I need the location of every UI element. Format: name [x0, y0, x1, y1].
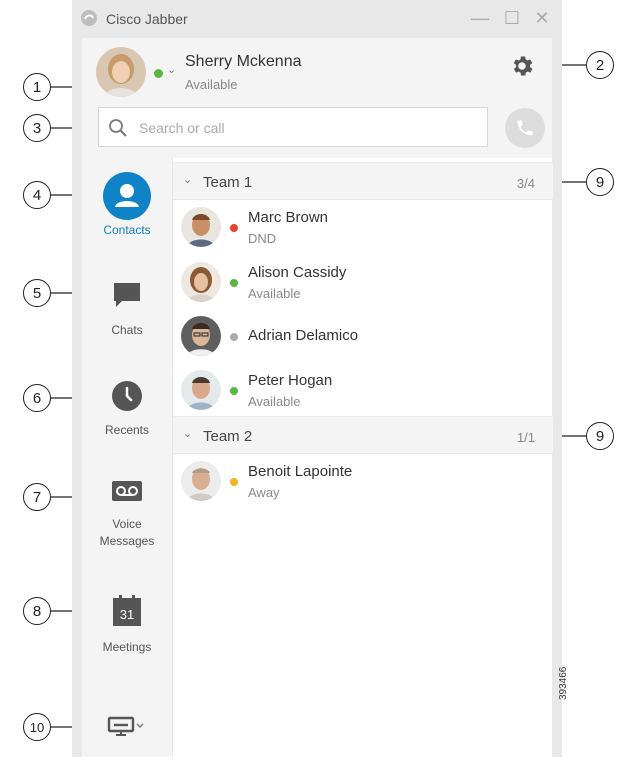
group-name: Team 2: [203, 428, 253, 445]
sidebar-item-chats[interactable]: Chats: [82, 280, 172, 339]
contact-name: Peter Hogan: [248, 372, 333, 389]
sidebar-item-label-line2: Messages: [99, 534, 155, 548]
contact-row[interactable]: Peter Hogan Available: [173, 364, 553, 418]
app-title: Cisco Jabber: [106, 11, 188, 27]
contact-avatar: [181, 370, 221, 410]
jabber-logo-icon: [81, 10, 97, 26]
figure-id: 393466: [558, 666, 569, 700]
callout-8: 8: [23, 597, 51, 625]
sidebar-item-label: Contacts: [103, 223, 151, 237]
presence-dot: [230, 387, 238, 395]
sidebar-item-meetings[interactable]: 31 Meetings: [82, 595, 172, 656]
presence-dot: [230, 279, 238, 287]
sidebar-item-label: Recents: [104, 423, 150, 437]
group-count: 3/4: [516, 176, 535, 191]
contacts-icon: [103, 172, 151, 220]
callout-3: 3: [23, 114, 51, 142]
status-chevron-down-icon[interactable]: ⌄: [167, 63, 176, 76]
clock-icon: [111, 380, 143, 412]
sidebar-item-label: Meetings: [102, 640, 152, 654]
contact-status: DND: [248, 231, 277, 246]
calendar-day: 31: [120, 607, 134, 622]
contact-name: Marc Brown: [248, 209, 329, 226]
callout-6: 6: [23, 384, 51, 412]
presence-dot: [230, 224, 238, 232]
sidebar-item-label: Chats: [111, 323, 143, 337]
group-collapse-chevron-icon[interactable]: ⌄: [183, 427, 192, 440]
sidebar-item-voice-messages[interactable]: Voice Messages: [82, 480, 172, 550]
contact-avatar: [181, 207, 221, 247]
user-header: ⌄ Sherry Mckenna Available: [82, 38, 552, 158]
user-status[interactable]: Available: [185, 77, 238, 92]
callout-10: 10: [23, 713, 51, 741]
callout-5: 5: [23, 279, 51, 307]
sidebar-item-label-line1: Voice: [112, 517, 142, 531]
contact-name: Alison Cassidy: [248, 264, 347, 281]
title-bar[interactable]: Cisco Jabber — ☐ ✕: [72, 0, 562, 38]
presence-dot: [230, 333, 238, 341]
search-icon: [109, 119, 127, 137]
chat-bubble-icon: [112, 280, 142, 310]
callout-7: 7: [23, 483, 51, 511]
calendar-icon: 31: [112, 595, 142, 627]
minimize-button[interactable]: —: [470, 8, 490, 28]
sidebar-nav: Contacts Chats Recents Voice Messages 31…: [82, 158, 172, 757]
contact-status: Available: [248, 394, 301, 409]
contact-list-panel: ⌄ Team 1 3/4 Marc Brown DND Alison Cassi…: [172, 158, 553, 757]
callout-2: 2: [586, 51, 614, 79]
device-selector[interactable]: [82, 716, 172, 736]
group-header-team-2[interactable]: ⌄ Team 2 1/1: [173, 416, 553, 454]
group-header-team-1[interactable]: ⌄ Team 1 3/4: [173, 162, 553, 200]
contact-avatar: [181, 262, 221, 302]
contact-name: Benoit Lapointe: [248, 463, 353, 480]
contact-status: Available: [248, 286, 301, 301]
group-name: Team 1: [203, 174, 253, 191]
sidebar-item-contacts[interactable]: Contacts: [82, 172, 172, 239]
contact-row[interactable]: Benoit Lapointe Away: [173, 455, 553, 509]
user-avatar[interactable]: [96, 47, 146, 97]
contact-avatar: [181, 461, 221, 501]
search-box[interactable]: [98, 107, 488, 147]
voicemail-icon: [111, 480, 143, 502]
close-button[interactable]: ✕: [532, 8, 552, 28]
contact-name: Adrian Delamico: [248, 327, 359, 344]
callout-1: 1: [23, 73, 51, 101]
phone-icon: [517, 120, 533, 136]
user-presence-dot[interactable]: [154, 69, 163, 78]
contact-status: Away: [248, 485, 280, 500]
sidebar-item-recents[interactable]: Recents: [82, 380, 172, 439]
contact-avatar: [181, 316, 221, 356]
search-input[interactable]: [139, 117, 469, 139]
group-collapse-chevron-icon[interactable]: ⌄: [183, 173, 192, 186]
contact-row[interactable]: Adrian Delamico: [173, 310, 553, 364]
contact-row[interactable]: Marc Brown DND: [173, 201, 553, 255]
user-name: Sherry Mckenna: [185, 53, 302, 70]
gear-icon[interactable]: [509, 53, 535, 79]
callout-9: 9: [586, 422, 614, 450]
contact-row[interactable]: Alison Cassidy Available: [173, 256, 553, 310]
maximize-button[interactable]: ☐: [502, 8, 522, 28]
group-count: 1/1: [516, 430, 535, 445]
presence-dot: [230, 478, 238, 486]
call-button[interactable]: [505, 108, 545, 148]
jabber-window: Cisco Jabber — ☐ ✕ ⌄ Sherry Mckenna Avai…: [72, 0, 562, 757]
desk-phone-icon: [107, 716, 147, 736]
callout-4: 4: [23, 181, 51, 209]
callout-9: 9: [586, 168, 614, 196]
